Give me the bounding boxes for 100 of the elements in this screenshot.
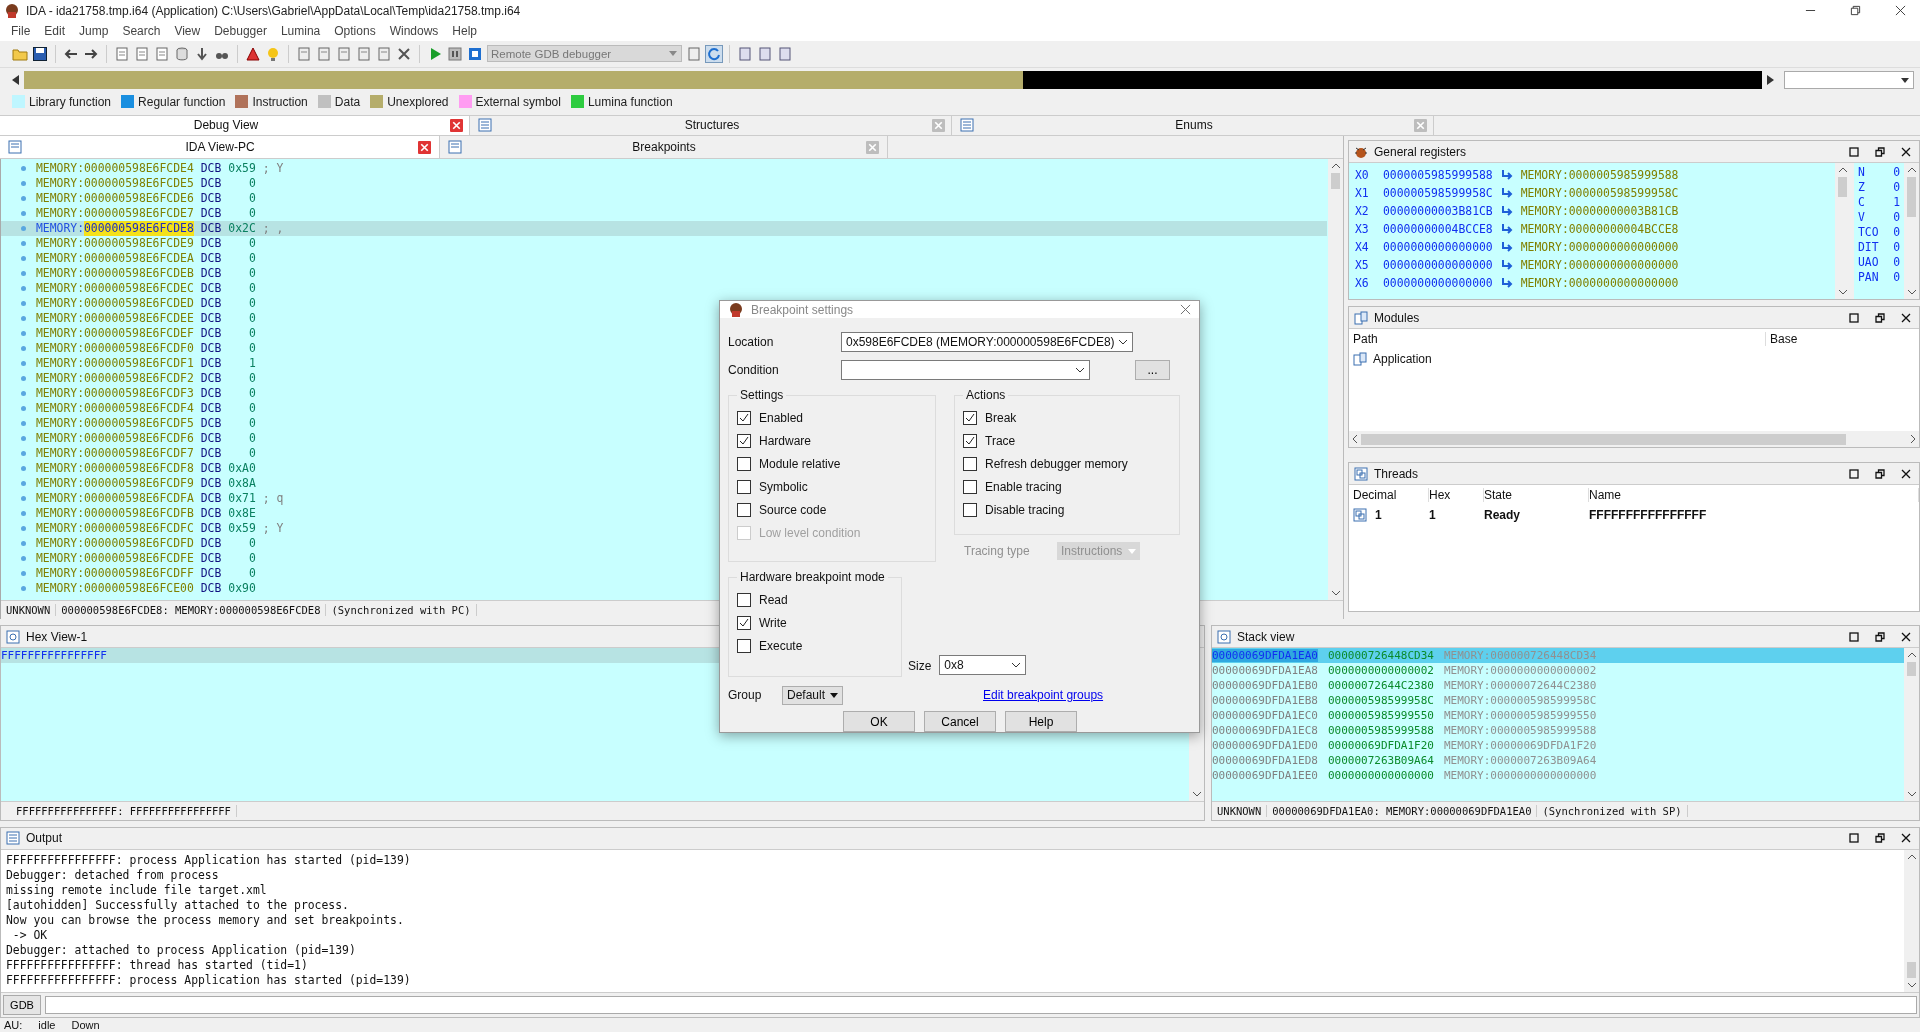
checkbox[interactable]: [963, 410, 977, 425]
down-arrow-icon[interactable]: [194, 45, 210, 62]
scroll-down-icon[interactable]: [1906, 289, 1917, 296]
close-icon[interactable]: [1901, 468, 1911, 479]
close-icon[interactable]: [1901, 833, 1911, 844]
maximize-icon[interactable]: [1849, 468, 1859, 479]
warning-icon[interactable]: [245, 45, 261, 62]
lightbulb-icon[interactable]: [265, 45, 281, 62]
close-icon[interactable]: [1901, 631, 1911, 642]
scrollbar-thumb[interactable]: [1907, 177, 1916, 218]
menu-item[interactable]: Edit: [37, 24, 73, 39]
menu-item[interactable]: Help: [445, 24, 484, 39]
maximize-icon[interactable]: [1849, 631, 1859, 642]
refresh-icon[interactable]: [706, 45, 722, 62]
menu-item[interactable]: Debugger: [207, 24, 274, 39]
scrollbar-thumb[interactable]: [1361, 433, 1846, 445]
menu-item[interactable]: File: [4, 24, 38, 39]
right-arrow-icon[interactable]: [1766, 75, 1774, 86]
checkbox[interactable]: [737, 592, 751, 607]
scrollbar-thumb[interactable]: [1838, 177, 1847, 198]
scroll-down-icon[interactable]: [1837, 289, 1848, 296]
checkbox[interactable]: [737, 502, 751, 517]
maximize-icon[interactable]: [1849, 312, 1859, 323]
register-value[interactable]: 0000000000000000: [1383, 276, 1493, 291]
flag-value[interactable]: 0: [1893, 240, 1900, 256]
restore-icon[interactable]: [1875, 468, 1885, 479]
flag-value[interactable]: 1: [1893, 195, 1900, 211]
checkbox[interactable]: [737, 456, 751, 471]
menu-item[interactable]: View: [167, 24, 208, 39]
save-icon[interactable]: [32, 45, 48, 62]
checkbox[interactable]: [963, 502, 977, 517]
maximize-icon[interactable]: [1849, 833, 1859, 844]
dialog-button[interactable]: OK: [843, 711, 915, 732]
maximize-icon[interactable]: [1849, 146, 1859, 157]
checkbox[interactable]: [737, 433, 751, 448]
scroll-down-icon[interactable]: [1906, 982, 1917, 989]
register-value[interactable]: 0000000000000000: [1383, 240, 1493, 255]
navigation-band[interactable]: [24, 71, 1762, 90]
view-tab[interactable]: Breakpoints: [440, 136, 888, 159]
column-header[interactable]: Path: [1349, 332, 1766, 347]
command-input-field[interactable]: [45, 996, 1917, 1015]
menu-item[interactable]: Search: [115, 24, 168, 39]
checkbox[interactable]: [963, 479, 977, 494]
left-arrow-icon[interactable]: [12, 75, 20, 86]
register-value[interactable]: 000000598599958C: [1383, 186, 1493, 201]
flag-value[interactable]: 0: [1893, 255, 1900, 271]
register-value[interactable]: 00000000004BCCE8: [1383, 222, 1493, 237]
checkbox[interactable]: [737, 479, 751, 494]
checkbox[interactable]: [737, 410, 751, 425]
view-tab[interactable]: IDA View-PC: [0, 136, 440, 159]
checkbox[interactable]: [963, 456, 977, 471]
delete-icon[interactable]: [396, 45, 412, 62]
close-tab-icon[interactable]: [450, 118, 463, 132]
scroll-up-icon[interactable]: [1906, 652, 1917, 659]
scroll-up-icon[interactable]: [1906, 853, 1917, 860]
close-tab-icon[interactable]: [418, 140, 431, 154]
flag-value[interactable]: 0: [1893, 165, 1900, 181]
group-dropdown[interactable]: Default: [782, 685, 843, 705]
flag-value[interactable]: 0: [1893, 270, 1900, 286]
condition-field[interactable]: [841, 360, 1090, 380]
dialog-button[interactable]: Help: [1005, 711, 1077, 732]
location-field[interactable]: 0x598E6FCDE8 (MEMORY:000000598E6FCDE8): [841, 332, 1133, 352]
module-path[interactable]: Application: [1373, 352, 1432, 367]
dialog-button[interactable]: Cancel: [924, 711, 996, 732]
menu-item[interactable]: Lumina: [273, 24, 328, 39]
scrollbar-thumb[interactable]: [1907, 662, 1916, 677]
restore-icon[interactable]: [1875, 631, 1885, 642]
register-value[interactable]: 0000000000000000: [1383, 258, 1493, 273]
column-header[interactable]: Decimal: [1353, 488, 1429, 503]
close-icon[interactable]: [1895, 5, 1906, 17]
scrollbar-thumb[interactable]: [1331, 173, 1340, 190]
stop-icon[interactable]: [467, 45, 483, 62]
scroll-down-icon[interactable]: [1191, 790, 1202, 797]
checkbox[interactable]: [737, 638, 751, 653]
pause-icon[interactable]: [447, 45, 463, 62]
register-value[interactable]: 0000005985999588: [1383, 168, 1493, 183]
restore-icon[interactable]: [1875, 833, 1885, 844]
flag-value[interactable]: 0: [1893, 210, 1900, 226]
scroll-up-icon[interactable]: [1837, 167, 1848, 174]
menu-item[interactable]: Windows: [382, 24, 446, 39]
checkbox[interactable]: [963, 433, 977, 448]
view-tab[interactable]: Debug View: [0, 115, 470, 136]
scroll-down-icon[interactable]: [1330, 590, 1341, 597]
scroll-up-icon[interactable]: [1330, 163, 1341, 170]
browse-button[interactable]: ...: [1135, 360, 1170, 380]
scroll-up-icon[interactable]: [1906, 167, 1917, 174]
flag-value[interactable]: 0: [1893, 180, 1900, 196]
menu-item[interactable]: Jump: [72, 24, 116, 39]
column-header[interactable]: Hex: [1429, 488, 1484, 503]
restore-icon[interactable]: [1875, 146, 1885, 157]
column-header[interactable]: Base: [1766, 332, 1798, 347]
restore-icon[interactable]: [1850, 5, 1861, 17]
scrollbar-thumb[interactable]: [1907, 962, 1916, 979]
flag-value[interactable]: 0: [1893, 225, 1900, 241]
scroll-left-icon[interactable]: [1352, 434, 1358, 445]
close-icon[interactable]: [1901, 146, 1911, 157]
scroll-down-icon[interactable]: [1906, 790, 1917, 797]
scroll-right-icon[interactable]: [1910, 434, 1916, 445]
column-header[interactable]: State: [1484, 488, 1589, 503]
register-value[interactable]: 00000000003B81CB: [1383, 204, 1493, 219]
